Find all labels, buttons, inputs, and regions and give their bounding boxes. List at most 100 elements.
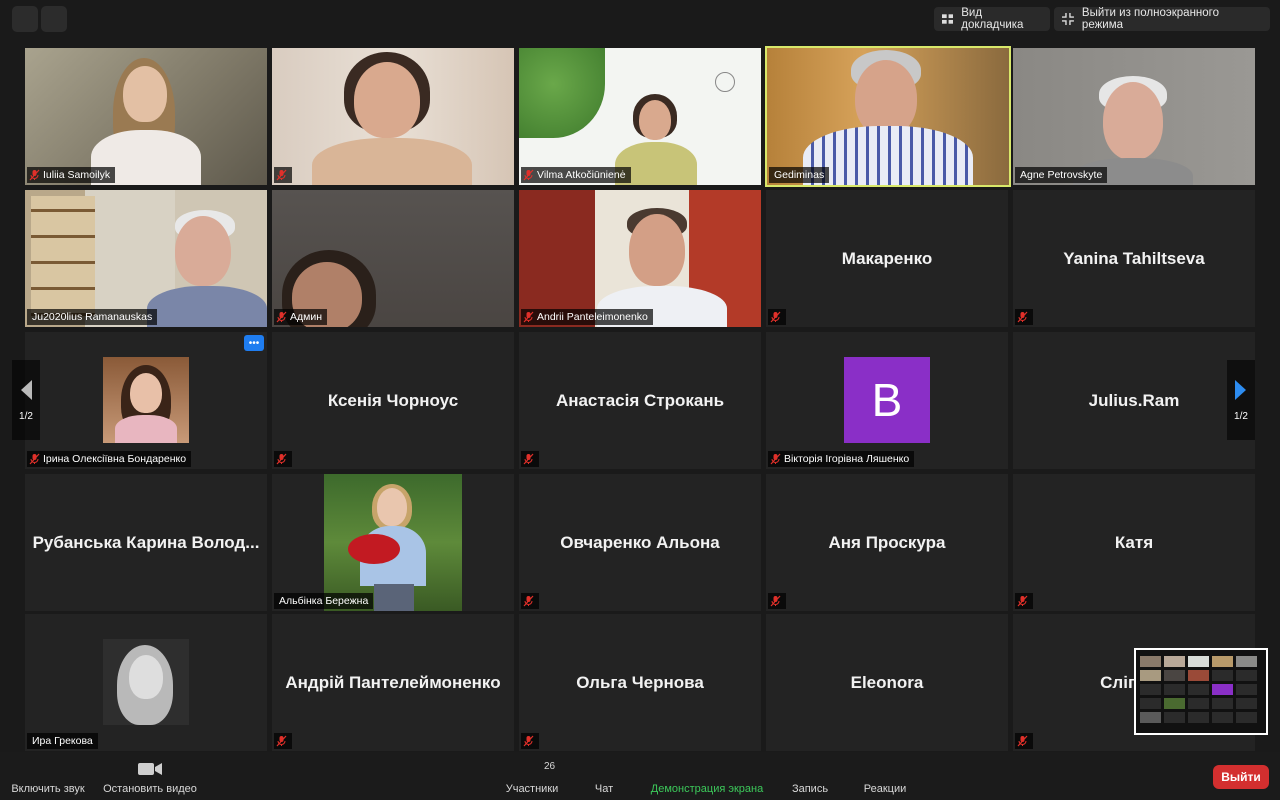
video-camera-icon — [138, 763, 162, 775]
video-tile[interactable]: ••• Ірина Олексіївна Бондаренко — [25, 332, 267, 469]
video-tile[interactable]: Andrii Panteleimonenko — [519, 190, 761, 327]
grid-icon — [942, 14, 954, 24]
share-screen-label: Демонстрация экрана — [650, 783, 764, 795]
participant-name: Андрій Пантелеймоненко — [285, 672, 501, 692]
unmute-button[interactable]: Включить звук — [6, 752, 90, 800]
participant-name: Ксенія Чорноус — [327, 390, 459, 410]
participant-video — [272, 48, 514, 185]
muted-mic-icon — [523, 595, 534, 607]
chevron-right-icon — [1235, 379, 1246, 400]
video-tile[interactable]: Eleonora — [766, 614, 1008, 751]
top-bar: Вид докладчика Выйти из полноэкранного р… — [0, 0, 1280, 38]
meeting-toolbar: Включить звук Остановить видео 26 Участн… — [0, 752, 1280, 800]
participant-video — [272, 190, 514, 327]
exit-fullscreen-button[interactable]: Выйти из полноэкранного режима — [1054, 7, 1270, 31]
speaker-view-label: Вид докладчика — [961, 7, 1024, 31]
window-button[interactable] — [12, 6, 38, 32]
video-grid: Iuliia Samoilyk Vilma Atkočiūnienė Gedim… — [25, 46, 1255, 751]
stop-video-label: Остановить видео — [103, 783, 197, 795]
video-tile[interactable]: Ольга Чернова — [519, 614, 761, 751]
participant-name-label: Andrii Panteleimonenko — [521, 309, 653, 325]
more-options-button[interactable]: ••• — [244, 335, 264, 351]
participant-video — [519, 48, 761, 185]
participant-name: Рубанська Карина Волод... — [32, 532, 260, 552]
participant-name: Аня Проскура — [828, 532, 946, 552]
participant-name-label — [274, 167, 292, 183]
video-tile[interactable]: Админ — [272, 190, 514, 327]
participant-name-label — [521, 733, 539, 749]
video-tile[interactable]: Овчаренко Альона — [519, 474, 761, 611]
prev-page-button[interactable]: 1/2 — [12, 360, 40, 440]
video-tile[interactable] — [272, 48, 514, 185]
video-tile[interactable]: Iuliia Samoilyk — [25, 48, 267, 185]
video-tile[interactable]: Анастасія Строкань — [519, 332, 761, 469]
avatar: B — [844, 357, 930, 443]
muted-mic-icon — [770, 311, 781, 323]
video-tile[interactable]: Yanina Tahiltseva — [1013, 190, 1255, 327]
video-tile[interactable]: Ира Грекова — [25, 614, 267, 751]
stop-video-button[interactable]: Остановить видео — [98, 752, 202, 800]
video-tile[interactable]: Vilma Atkočiūnienė — [519, 48, 761, 185]
video-tile[interactable]: Julius.Ram — [1013, 332, 1255, 469]
video-tile[interactable]: Ju2020lius Ramanauskas — [25, 190, 267, 327]
participant-video — [25, 48, 267, 185]
muted-mic-icon — [770, 595, 781, 607]
chat-label: Чат — [594, 783, 614, 795]
record-button[interactable]: Запись — [784, 752, 836, 800]
participant-name: Yanina Tahiltseva — [1063, 248, 1205, 268]
participant-name-label — [768, 309, 786, 325]
screen-share-thumbnail[interactable] — [1134, 648, 1268, 735]
video-tile[interactable]: Альбінка Бережна — [272, 474, 514, 611]
participant-name-label: Gediminas — [769, 167, 830, 183]
participant-name-label — [521, 593, 539, 609]
muted-mic-icon — [523, 169, 534, 181]
page-indicator: 1/2 — [19, 410, 33, 422]
video-tile[interactable]: Катя — [1013, 474, 1255, 611]
chevron-left-icon — [21, 379, 32, 400]
unmute-label: Включить звук — [11, 783, 85, 795]
leave-meeting-button[interactable]: Выйти — [1213, 765, 1269, 789]
participant-name-label: Ира Грекова — [27, 733, 98, 749]
record-label: Запись — [791, 783, 829, 795]
muted-mic-icon — [523, 453, 534, 465]
video-tile[interactable]: Рубанська Карина Волод... — [25, 474, 267, 611]
participant-name-label: Вікторія Ігорівна Ляшенко — [768, 451, 915, 467]
video-tile[interactable]: B Вікторія Ігорівна Ляшенко — [766, 332, 1008, 469]
participant-name: Julius.Ram — [1088, 390, 1180, 410]
participant-video — [1013, 48, 1255, 185]
video-tile[interactable]: Андрій Пантелеймоненко — [272, 614, 514, 751]
video-tile[interactable]: Макаренко — [766, 190, 1008, 327]
participant-name: Анастасія Строкань — [555, 390, 725, 410]
participant-name-label: Альбінка Бережна — [274, 593, 374, 609]
reactions-label: Реакции — [863, 783, 907, 795]
exit-fullscreen-label: Выйти из полноэкранного режима — [1081, 7, 1220, 31]
video-tile[interactable]: Аня Проскура — [766, 474, 1008, 611]
muted-mic-icon — [276, 453, 287, 465]
profile-photo — [324, 474, 462, 611]
participant-name-label — [1015, 733, 1033, 749]
participant-name: Ольга Чернова — [576, 672, 704, 692]
chat-button[interactable]: Чат — [586, 752, 622, 800]
participants-label: Участники — [505, 783, 559, 795]
reactions-button[interactable]: Реакции — [854, 752, 916, 800]
profile-photo — [103, 639, 189, 725]
participant-video — [25, 190, 267, 327]
participant-name-label — [768, 593, 786, 609]
video-tile[interactable]: Ксенія Чорноус — [272, 332, 514, 469]
participant-name-label: Agne Petrovskyte — [1015, 167, 1108, 183]
participant-name: Катя — [1114, 532, 1154, 552]
muted-mic-icon — [29, 169, 40, 181]
next-page-button[interactable]: 1/2 — [1227, 360, 1255, 440]
participant-name-label — [521, 451, 539, 467]
window-button[interactable] — [41, 6, 67, 32]
speaker-view-button[interactable]: Вид докладчика — [934, 7, 1050, 31]
participant-name-label: Ju2020lius Ramanauskas — [27, 309, 158, 325]
muted-mic-icon — [29, 453, 40, 465]
muted-mic-icon — [1017, 595, 1028, 607]
exit-fullscreen-icon — [1062, 13, 1074, 25]
participants-button[interactable]: 26 Участники — [500, 752, 564, 800]
participant-video — [519, 190, 761, 327]
video-tile[interactable]: Agne Petrovskyte — [1013, 48, 1255, 185]
active-speaker-tile[interactable]: Gediminas — [765, 46, 1011, 187]
share-screen-button[interactable]: Демонстрация экрана — [640, 752, 774, 800]
